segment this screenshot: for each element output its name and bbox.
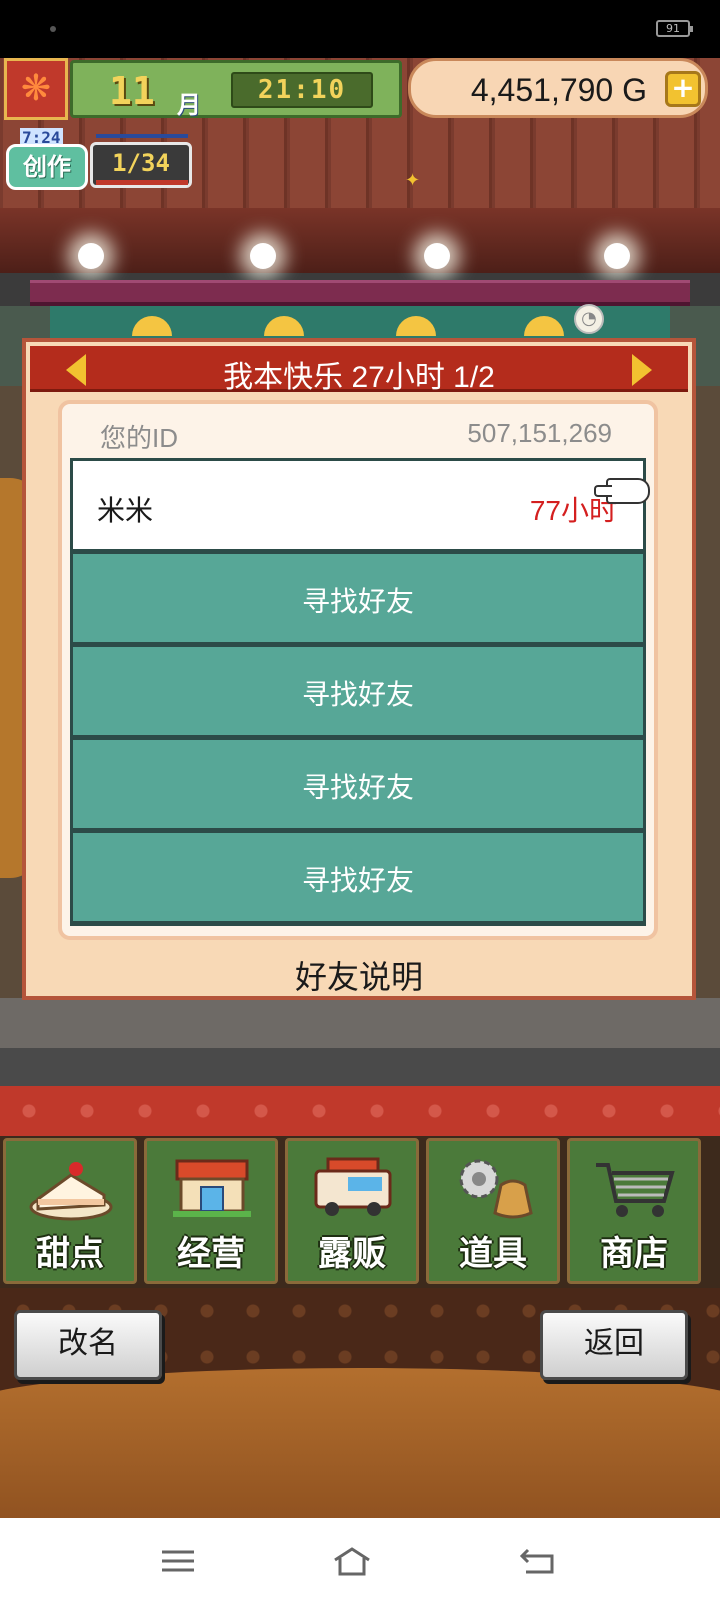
status-bar: 91 — [0, 0, 720, 58]
your-id-label: 您的ID — [100, 423, 179, 453]
craft-badge: 创作 — [6, 144, 88, 190]
friend-help-link[interactable]: 好友说明 — [26, 952, 692, 998]
menu-items[interactable]: 道具 — [426, 1138, 560, 1284]
find-friend-label: 寻找好友 — [301, 679, 414, 710]
menu-management[interactable]: 经营 — [144, 1138, 278, 1284]
ceiling-light — [424, 243, 450, 269]
date-display: 11 月 21:10 — [70, 60, 402, 119]
craft-status[interactable]: 7:24 创作 1/34 — [6, 128, 192, 194]
friend-list: 米米 77小时 寻找好友 寻找好友 寻找好友 寻找好友 — [70, 458, 646, 926]
menu-store[interactable]: 商店 — [567, 1138, 701, 1284]
find-friend-label: 寻找好友 — [301, 772, 414, 803]
menu-food-truck[interactable]: 露贩 — [285, 1138, 419, 1284]
maple-leaf-icon: ❋ — [20, 68, 52, 109]
shopping-cart-icon — [596, 1163, 675, 1217]
home-icon[interactable] — [332, 1544, 372, 1578]
shop-icon — [173, 1159, 251, 1217]
month-label: 月 — [177, 91, 201, 119]
system-nav-bar — [0, 1518, 720, 1605]
friend-row[interactable]: 米米 77小时 — [73, 461, 643, 549]
menu-icon[interactable] — [158, 1544, 198, 1578]
find-friend-label: 寻找好友 — [301, 586, 414, 617]
shop-awning — [30, 280, 690, 306]
friend-name: 米米 — [97, 495, 154, 526]
gold-counter: 4,451,790 G + — [408, 58, 708, 118]
your-id-value: 507,151,269 — [467, 418, 612, 448]
camera-dot — [50, 26, 56, 32]
menu-label: 商店 — [600, 1234, 668, 1274]
find-friend-slot[interactable]: 寻找好友 — [73, 647, 643, 735]
back-button[interactable]: 返回 — [540, 1310, 688, 1380]
ceiling-light — [78, 243, 104, 269]
menu-label: 露贩 — [318, 1234, 386, 1274]
find-friend-slot[interactable]: 寻找好友 — [73, 740, 643, 828]
cake-icon — [29, 1162, 113, 1221]
next-arrow-icon[interactable] — [632, 354, 652, 386]
menu-desserts[interactable]: 甜点 — [3, 1138, 137, 1284]
friends-dialog: 我本快乐 27小时 1/2 您的ID 507,151,269 米米 77小时 寻… — [22, 338, 696, 1000]
friend-panel: 您的ID 507,151,269 米米 77小时 寻找好友 寻找好友 寻找好友 … — [58, 400, 658, 940]
dialog-title: 我本快乐 27小时 1/2 — [223, 361, 495, 394]
pointing-hand-icon — [594, 478, 650, 504]
find-friend-slot[interactable]: 寻找好友 — [73, 554, 643, 642]
battery-icon: 91 — [656, 20, 693, 37]
craft-progress-bar — [96, 134, 188, 138]
menu-label: 经营 — [177, 1234, 245, 1274]
menu-divider-band — [0, 1086, 720, 1136]
dialog-header: 我本快乐 27小时 1/2 — [30, 346, 688, 394]
sparkle-icon: ✦ — [405, 170, 421, 191]
food-truck-icon — [314, 1157, 392, 1216]
rename-button[interactable]: 改名 — [14, 1310, 162, 1380]
add-gold-button[interactable]: + — [665, 71, 701, 107]
craft-count-bar — [96, 180, 188, 185]
game-clock: 21:10 — [231, 72, 373, 108]
find-friend-slot[interactable]: 寻找好友 — [73, 833, 643, 921]
back-icon[interactable] — [518, 1544, 558, 1578]
gold-value: 4,451,790 G — [470, 72, 647, 108]
month-number: 11 — [109, 69, 155, 113]
wall-clock-icon: ◔ — [574, 304, 604, 334]
ceiling-light — [604, 243, 630, 269]
menu-label: 甜点 — [36, 1234, 104, 1274]
menu-label: 道具 — [459, 1234, 527, 1274]
ceiling-light — [250, 243, 276, 269]
gear-bag-icon — [459, 1159, 533, 1219]
find-friend-label: 寻找好友 — [301, 865, 414, 896]
season-indicator[interactable]: ❋ — [4, 58, 68, 120]
